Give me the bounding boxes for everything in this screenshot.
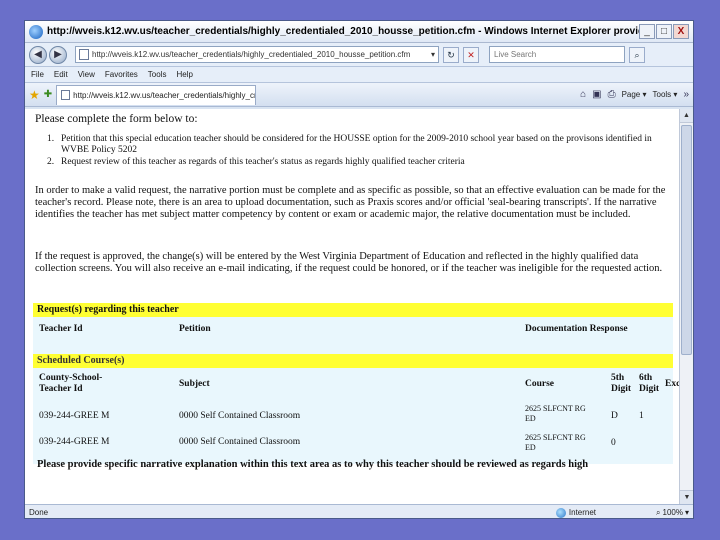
forward-arrow-icon[interactable]: ▶ [49, 45, 67, 64]
url-input[interactable]: http://wveis.k12.wv.us/teacher_credentia… [75, 46, 439, 63]
menu-bar: File Edit View Favorites Tools Help [25, 67, 693, 83]
add-favorite-icon[interactable]: ✚ [44, 89, 52, 100]
scroll-down-icon[interactable]: ▼ [680, 490, 693, 504]
col-course: Course [525, 379, 555, 389]
request-table: Teacher Id Petition Documentation Respon… [33, 317, 673, 354]
address-bar: ◀ ▶ http://wveis.k12.wv.us/teacher_crede… [25, 43, 693, 67]
close-button[interactable]: X [673, 24, 689, 39]
col-5th: 5th [611, 373, 625, 383]
menu-favorites[interactable]: Favorites [105, 70, 138, 79]
page-icon [79, 49, 89, 60]
back-arrow-icon[interactable]: ◀ [29, 45, 47, 64]
home-icon[interactable]: ⌂ [580, 89, 586, 100]
refresh-icon[interactable]: ↻ [443, 46, 459, 63]
title-bar: http://wveis.k12.wv.us/teacher_credentia… [25, 21, 693, 43]
print-icon[interactable]: ⎙ [608, 89, 616, 100]
row1-6th: 1 [639, 411, 644, 421]
menu-help[interactable]: Help [176, 70, 192, 79]
zoom-level: 100% [662, 508, 683, 517]
zoom-control[interactable]: ⌕ 100% ▾ [656, 508, 689, 518]
tab-label: http://wveis.k12.wv.us/teacher_credentia… [73, 90, 257, 100]
zone-label: Internet [568, 508, 597, 517]
row2-course: 2625 SLFCNT RG [525, 433, 586, 442]
list-item: 1. Petition that this special education … [47, 134, 652, 155]
courses-section-header: Scheduled Course(s) [33, 354, 673, 368]
menu-tools[interactable]: Tools [148, 70, 167, 79]
browser-tab[interactable]: http://wveis.k12.wv.us/teacher_credentia… [56, 84, 257, 105]
col-6th: 6th [639, 373, 653, 383]
row2-5th: 0 [611, 438, 616, 448]
menu-view[interactable]: View [78, 70, 95, 79]
menu-edit[interactable]: Edit [54, 70, 68, 79]
request-section-header: Request(s) regarding this teacher [33, 303, 673, 317]
col-petition: Petition [179, 324, 211, 334]
page-content: Please complete the form below to: 1. Pe… [25, 109, 679, 504]
window-controls: _ □ X [639, 24, 689, 39]
narrative-instructions: Please provide specific narrative explan… [37, 459, 589, 470]
maximize-button[interactable]: □ [656, 24, 672, 39]
minimize-button[interactable]: _ [639, 24, 655, 39]
row1-course-cont: ED [525, 414, 536, 423]
feeds-icon[interactable]: ▣ [592, 89, 601, 100]
col-teacher-id: Teacher Id [39, 324, 83, 334]
col-exception: Excep [665, 379, 679, 389]
url-text: http://wveis.k12.wv.us/teacher_credentia… [92, 50, 411, 59]
security-zone: Internet [555, 507, 597, 518]
status-bar: Done Internet ⌕ 100% ▾ [25, 504, 693, 518]
instructions-paragraph: In order to make a valid request, the na… [35, 185, 666, 220]
scroll-up-icon[interactable]: ▲ [680, 109, 693, 123]
magnifier-icon: ⌕ [656, 507, 661, 517]
favorites-star-icon[interactable]: ★ [29, 88, 40, 102]
row2-teacher-id: 039-244-GREE M [39, 437, 110, 447]
col-documentation-response: Documentation Response [525, 324, 628, 334]
list-item: 2. Request review of this teacher as reg… [47, 157, 465, 167]
page-menu[interactable]: Page ▾ [622, 90, 647, 99]
menu-file[interactable]: File [31, 70, 44, 79]
scroll-thumb[interactable] [681, 125, 692, 355]
row1-teacher-id: 039-244-GREE M [39, 411, 110, 421]
search-input[interactable]: Live Search [489, 46, 625, 63]
ie-logo-icon [29, 24, 43, 39]
globe-icon [555, 507, 566, 518]
page-icon [61, 90, 71, 100]
col-5th-digit: Digit [611, 384, 632, 394]
approval-paragraph: If the request is approved, the change(s… [35, 251, 663, 274]
col-teacher-id: Teacher Id [39, 384, 83, 394]
tools-menu[interactable]: Tools ▾ [653, 90, 678, 99]
col-6th-digit: Digit [639, 384, 660, 394]
window-title: http://wveis.k12.wv.us/teacher_credentia… [47, 26, 639, 37]
browser-window: http://wveis.k12.wv.us/teacher_credentia… [24, 20, 694, 519]
row1-subject: 0000 Self Contained Classroom [179, 411, 301, 421]
search-icon[interactable]: ⌕ [629, 46, 645, 63]
row2-course-cont: ED [525, 443, 536, 452]
row2-subject: 0000 Self Contained Classroom [179, 437, 301, 447]
command-tools: ⌂ ▣ ⎙ Page ▾ Tools ▾ » [580, 89, 689, 100]
overflow-chevron-icon[interactable]: » [683, 89, 689, 100]
vertical-scrollbar[interactable]: ▲ ▼ [679, 109, 693, 504]
status-text: Done [29, 508, 49, 517]
chevron-down-icon: ▾ [684, 508, 689, 517]
chevron-down-icon[interactable]: ▾ [431, 50, 435, 59]
col-subject: Subject [179, 379, 210, 389]
intro-text: Please complete the form below to: [35, 113, 198, 125]
steps-list: 1. Petition that this special education … [47, 134, 659, 169]
command-bar: ★ ✚ http://wveis.k12.wv.us/teacher_crede… [25, 83, 693, 107]
row1-5th: D [611, 411, 618, 421]
row1-course: 2625 SLFCNT RG [525, 404, 586, 413]
courses-table: County-School- Teacher Id Subject Course… [33, 368, 679, 464]
col-county-school: County-School- [39, 373, 103, 383]
stop-icon[interactable]: ✕ [463, 46, 479, 63]
